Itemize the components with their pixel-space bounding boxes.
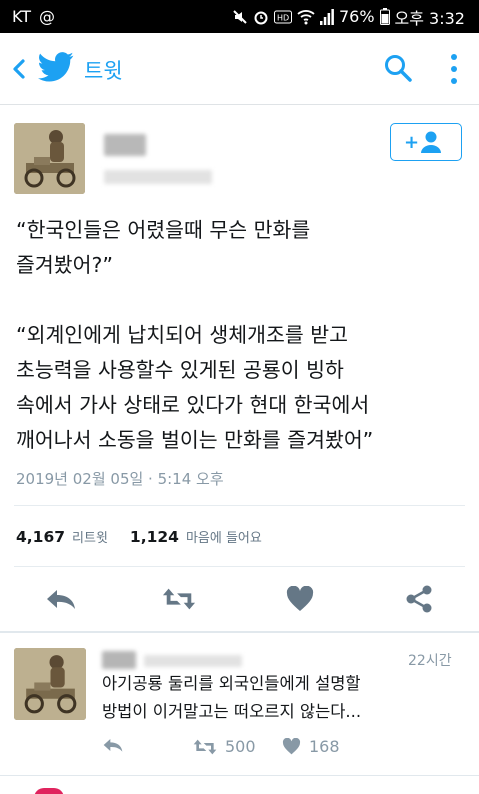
next-avatar-partial: [34, 788, 64, 794]
more-vert-icon[interactable]: [447, 53, 461, 85]
reply-text: 아기공룡 둘리를 외국인들에게 설명할 방법이 이거말고는 떠오르지 않는다..…: [102, 674, 362, 721]
svg-text:HD: HD: [277, 13, 289, 22]
divider: [14, 566, 465, 567]
retweet-button[interactable]: [162, 584, 196, 614]
divider: [14, 505, 465, 506]
twitter-bird-icon: [38, 52, 74, 82]
like-label: 마음에 들어요: [185, 531, 262, 546]
author-avatar[interactable]: [14, 123, 85, 194]
tweet-quote-1: “한국인들은 어렸을때 무슨 만화를 즐겨봤어?”: [16, 218, 311, 277]
reply-author-avatar[interactable]: [14, 648, 86, 720]
reply-author-name-blurred: [102, 651, 136, 669]
reply-button[interactable]: [44, 584, 78, 614]
reply-like-count: 168: [309, 737, 340, 756]
page-title: 트윗: [84, 59, 123, 83]
author-name-blurred: [104, 134, 146, 156]
at-icon: @: [39, 7, 56, 26]
like-button[interactable]: [283, 584, 317, 614]
retweet-count[interactable]: 4,167: [16, 528, 65, 546]
heart-icon: [286, 586, 314, 611]
share-icon: [406, 585, 432, 613]
back-arrow-icon[interactable]: [9, 55, 29, 83]
reply-icon: [47, 590, 75, 609]
wifi-icon: [297, 9, 315, 24]
heart-icon: [282, 738, 301, 755]
signal-icon: [319, 8, 334, 25]
reply-time: 22시간: [408, 653, 452, 669]
clock: 오후 3:32: [394, 8, 465, 28]
battery-icon: [379, 8, 390, 25]
share-button[interactable]: [402, 584, 436, 614]
retweet-icon: [162, 588, 196, 610]
tweet-timestamp: 2019년 02월 05일 · 5:14 오후: [16, 470, 224, 488]
follow-button[interactable]: +: [390, 123, 462, 161]
svg-text:+: +: [404, 132, 419, 153]
hd-icon: HD: [273, 10, 292, 23]
section-divider: [0, 631, 479, 633]
app-bar: 트윗: [0, 33, 479, 105]
section-divider: [0, 775, 479, 776]
battery-percent: 76%: [338, 7, 375, 26]
alarm-icon: [254, 11, 268, 24]
retweet-label: 리트윗: [72, 531, 108, 546]
retweet-icon: [193, 739, 217, 754]
tweet-quote-2: “외계인에게 납치되어 생체개조를 받고 초능력을 사용할수 있게된 공룡이 빙…: [16, 323, 374, 452]
reply-icon: [103, 739, 123, 752]
like-count[interactable]: 1,124: [130, 528, 179, 546]
reply-reply-button[interactable]: [102, 737, 124, 753]
add-user-icon: +: [404, 131, 441, 153]
mute-icon: [233, 9, 247, 24]
reply-retweet-count: 500: [225, 737, 256, 756]
carrier-label: KT: [12, 7, 32, 26]
search-icon[interactable]: [383, 53, 413, 83]
reply-like-button[interactable]: 168: [282, 737, 340, 756]
reply-retweet-button[interactable]: 500: [193, 737, 256, 756]
reply-author-handle-blurred: [144, 655, 242, 667]
tweet-stats: 4,167 리트윗 1,124 마음에 들어요: [16, 527, 284, 546]
status-bar: KT @ HD 76% 오후 3:32: [0, 0, 479, 33]
author-handle-blurred: [104, 170, 212, 184]
